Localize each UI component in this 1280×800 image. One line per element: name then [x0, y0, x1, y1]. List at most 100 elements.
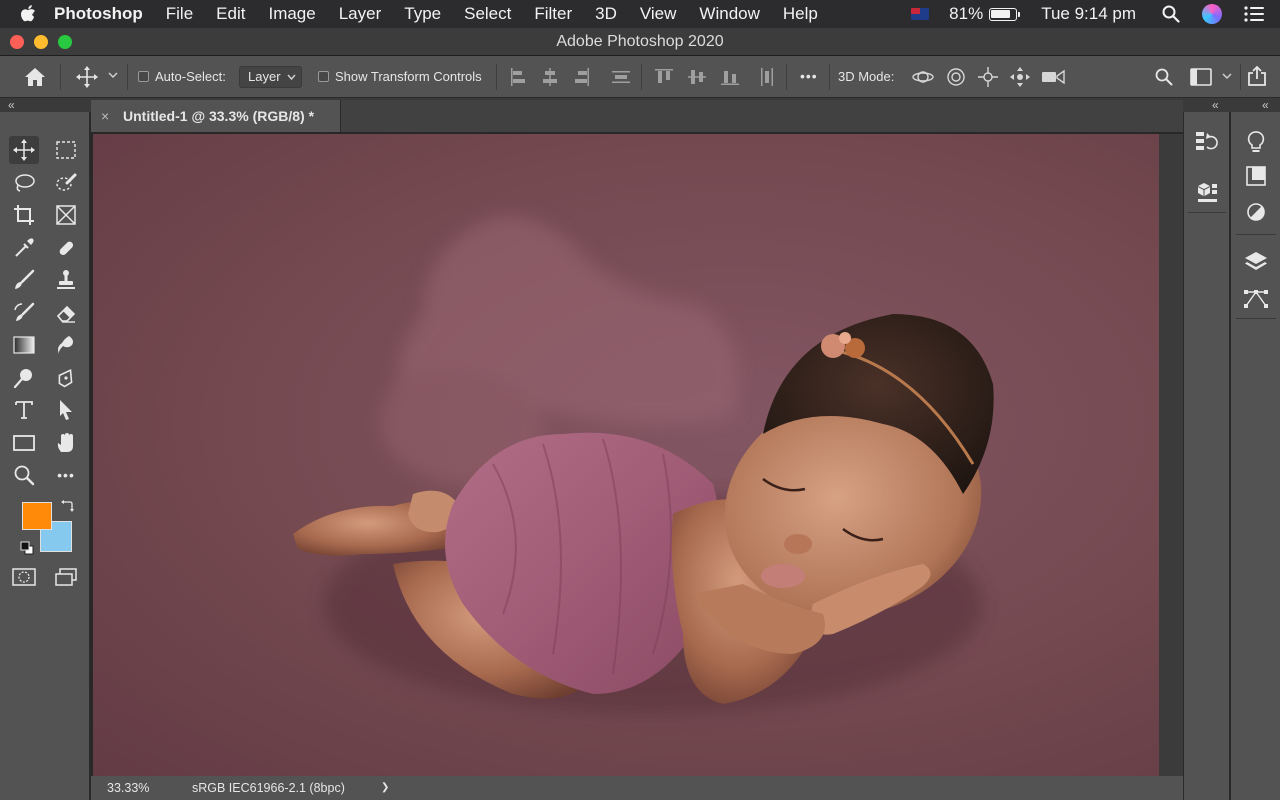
screen-mode-icon[interactable]	[51, 563, 81, 591]
image-canvas[interactable]	[93, 134, 1159, 776]
blur-tool-icon[interactable]	[51, 331, 81, 359]
battery-icon[interactable]	[989, 8, 1017, 21]
document-tab[interactable]: × Untitled-1 @ 33.3% (RGB/8) *	[91, 100, 341, 132]
collapse-panels-icon[interactable]: «	[1262, 98, 1269, 112]
move-tool-preset-icon[interactable]	[76, 66, 98, 88]
frame-tool-icon[interactable]	[51, 201, 81, 229]
menu-filter[interactable]: Filter	[534, 4, 572, 24]
lasso-tool-icon[interactable]	[9, 169, 39, 197]
swap-colors-icon[interactable]	[60, 500, 74, 514]
home-icon[interactable]	[24, 67, 46, 87]
menu-window[interactable]: Window	[699, 4, 759, 24]
window-zoom-button[interactable]	[58, 35, 72, 49]
divider	[1240, 64, 1241, 90]
vertical-scrollbar[interactable]	[1159, 134, 1183, 776]
history-brush-tool-icon[interactable]	[9, 299, 39, 327]
align-left-edges-icon[interactable]	[510, 68, 526, 86]
menubar-status-area: 81% Tue 9:14 pm	[893, 0, 1280, 28]
distribute-vertical-icon[interactable]	[612, 68, 630, 86]
menu-edit[interactable]: Edit	[216, 4, 245, 24]
learn-panel-lightbulb-icon[interactable]	[1242, 128, 1270, 156]
rectangular-marquee-tool-icon[interactable]	[51, 136, 81, 164]
align-top-edges-icon[interactable]	[655, 68, 673, 86]
quick-selection-tool-icon[interactable]	[51, 169, 81, 197]
type-tool-icon[interactable]	[9, 396, 39, 424]
show-transform-controls-checkbox[interactable]	[318, 71, 329, 82]
edit-toolbar-icon[interactable]: •••	[51, 461, 81, 489]
app-menu[interactable]: Photoshop	[54, 4, 143, 24]
3d-roll-icon[interactable]	[945, 66, 967, 88]
clone-stamp-tool-icon[interactable]	[51, 266, 81, 294]
collapse-panels-icon[interactable]: «	[1212, 98, 1219, 112]
window-title: Adobe Photoshop 2020	[556, 33, 723, 50]
tool-preset-chevron-down-icon[interactable]	[108, 72, 118, 79]
3d-panel-icon[interactable]	[1193, 178, 1221, 206]
menu-type[interactable]: Type	[404, 4, 441, 24]
menubar-clock[interactable]: Tue 9:14 pm	[1041, 4, 1136, 24]
menu-layer[interactable]: Layer	[339, 4, 382, 24]
pen-tool-icon[interactable]	[51, 364, 81, 392]
panel-dock-column	[1183, 112, 1230, 800]
crop-tool-icon[interactable]	[9, 201, 39, 229]
share-icon[interactable]	[1246, 65, 1268, 87]
workspace-layout-icon[interactable]	[1190, 68, 1212, 86]
zoom-level[interactable]: 33.33%	[107, 776, 149, 800]
status-bar: 33.33% sRGB IEC61966-2.1 (8bpc) ❯	[91, 776, 1183, 800]
document-color-profile: sRGB IEC61966-2.1 (8bpc)	[192, 776, 345, 800]
document-tab-title: Untitled-1 @ 33.3% (RGB/8) *	[123, 108, 314, 124]
panel-divider	[1236, 318, 1276, 319]
panel-divider	[1236, 234, 1276, 235]
align-vertical-centers-icon[interactable]	[688, 68, 706, 86]
3d-slide-icon[interactable]	[1009, 66, 1031, 88]
apple-logo-icon[interactable]	[0, 4, 54, 24]
more-options-icon[interactable]: •••	[800, 68, 818, 84]
collapse-tools-icon[interactable]: «	[8, 98, 15, 112]
align-horizontal-centers-icon[interactable]	[542, 68, 558, 86]
menu-help[interactable]: Help	[783, 4, 818, 24]
distribute-horizontal-icon[interactable]	[758, 68, 776, 86]
eyedropper-tool-icon[interactable]	[9, 234, 39, 262]
healing-brush-tool-icon[interactable]	[51, 234, 81, 262]
window-close-button[interactable]	[10, 35, 24, 49]
align-bottom-edges-icon[interactable]	[721, 68, 739, 86]
paths-panel-icon[interactable]	[1242, 284, 1270, 312]
foreground-color-swatch[interactable]	[22, 502, 52, 530]
default-colors-icon[interactable]	[20, 541, 34, 555]
divider	[496, 64, 497, 90]
menu-select[interactable]: Select	[464, 4, 511, 24]
layers-panel-icon[interactable]	[1242, 248, 1270, 276]
window-minimize-button[interactable]	[34, 35, 48, 49]
auto-select-checkbox[interactable]	[138, 71, 149, 82]
siri-icon[interactable]	[1202, 4, 1222, 24]
spotlight-search-icon[interactable]	[1162, 5, 1180, 23]
adjustments-panel-icon[interactable]	[1242, 198, 1270, 226]
auto-select-target-select[interactable]: Layer	[239, 66, 302, 88]
brush-tool-icon[interactable]	[9, 266, 39, 294]
libraries-panel-icon[interactable]	[1242, 162, 1270, 190]
quick-mask-icon[interactable]	[9, 563, 39, 591]
history-panel-icon[interactable]	[1193, 128, 1221, 156]
menu-file[interactable]: File	[166, 4, 193, 24]
input-source-flag-icon[interactable]	[911, 8, 929, 20]
newborn-photo	[93, 134, 1159, 776]
gradient-tool-icon[interactable]	[9, 331, 39, 359]
search-icon[interactable]	[1155, 68, 1173, 86]
eraser-tool-icon[interactable]	[51, 299, 81, 327]
menu-3d[interactable]: 3D	[595, 4, 617, 24]
hand-tool-icon[interactable]	[51, 429, 81, 457]
path-selection-tool-icon[interactable]	[51, 396, 81, 424]
workspace-chevron-down-icon[interactable]	[1222, 73, 1232, 80]
notification-center-icon[interactable]	[1244, 6, 1264, 22]
zoom-tool-icon[interactable]	[9, 461, 39, 489]
dodge-tool-icon[interactable]	[9, 364, 39, 392]
status-menu-arrow-icon[interactable]: ❯	[381, 776, 389, 800]
3d-orbit-icon[interactable]	[911, 66, 935, 88]
align-right-edges-icon[interactable]	[574, 68, 590, 86]
3d-scale-camera-icon[interactable]	[1041, 68, 1065, 86]
rectangle-tool-icon[interactable]	[9, 429, 39, 457]
menu-view[interactable]: View	[640, 4, 677, 24]
close-tab-icon[interactable]: ×	[101, 100, 109, 132]
3d-pan-icon[interactable]	[977, 66, 999, 88]
menu-image[interactable]: Image	[268, 4, 315, 24]
move-tool-icon[interactable]	[9, 136, 39, 164]
